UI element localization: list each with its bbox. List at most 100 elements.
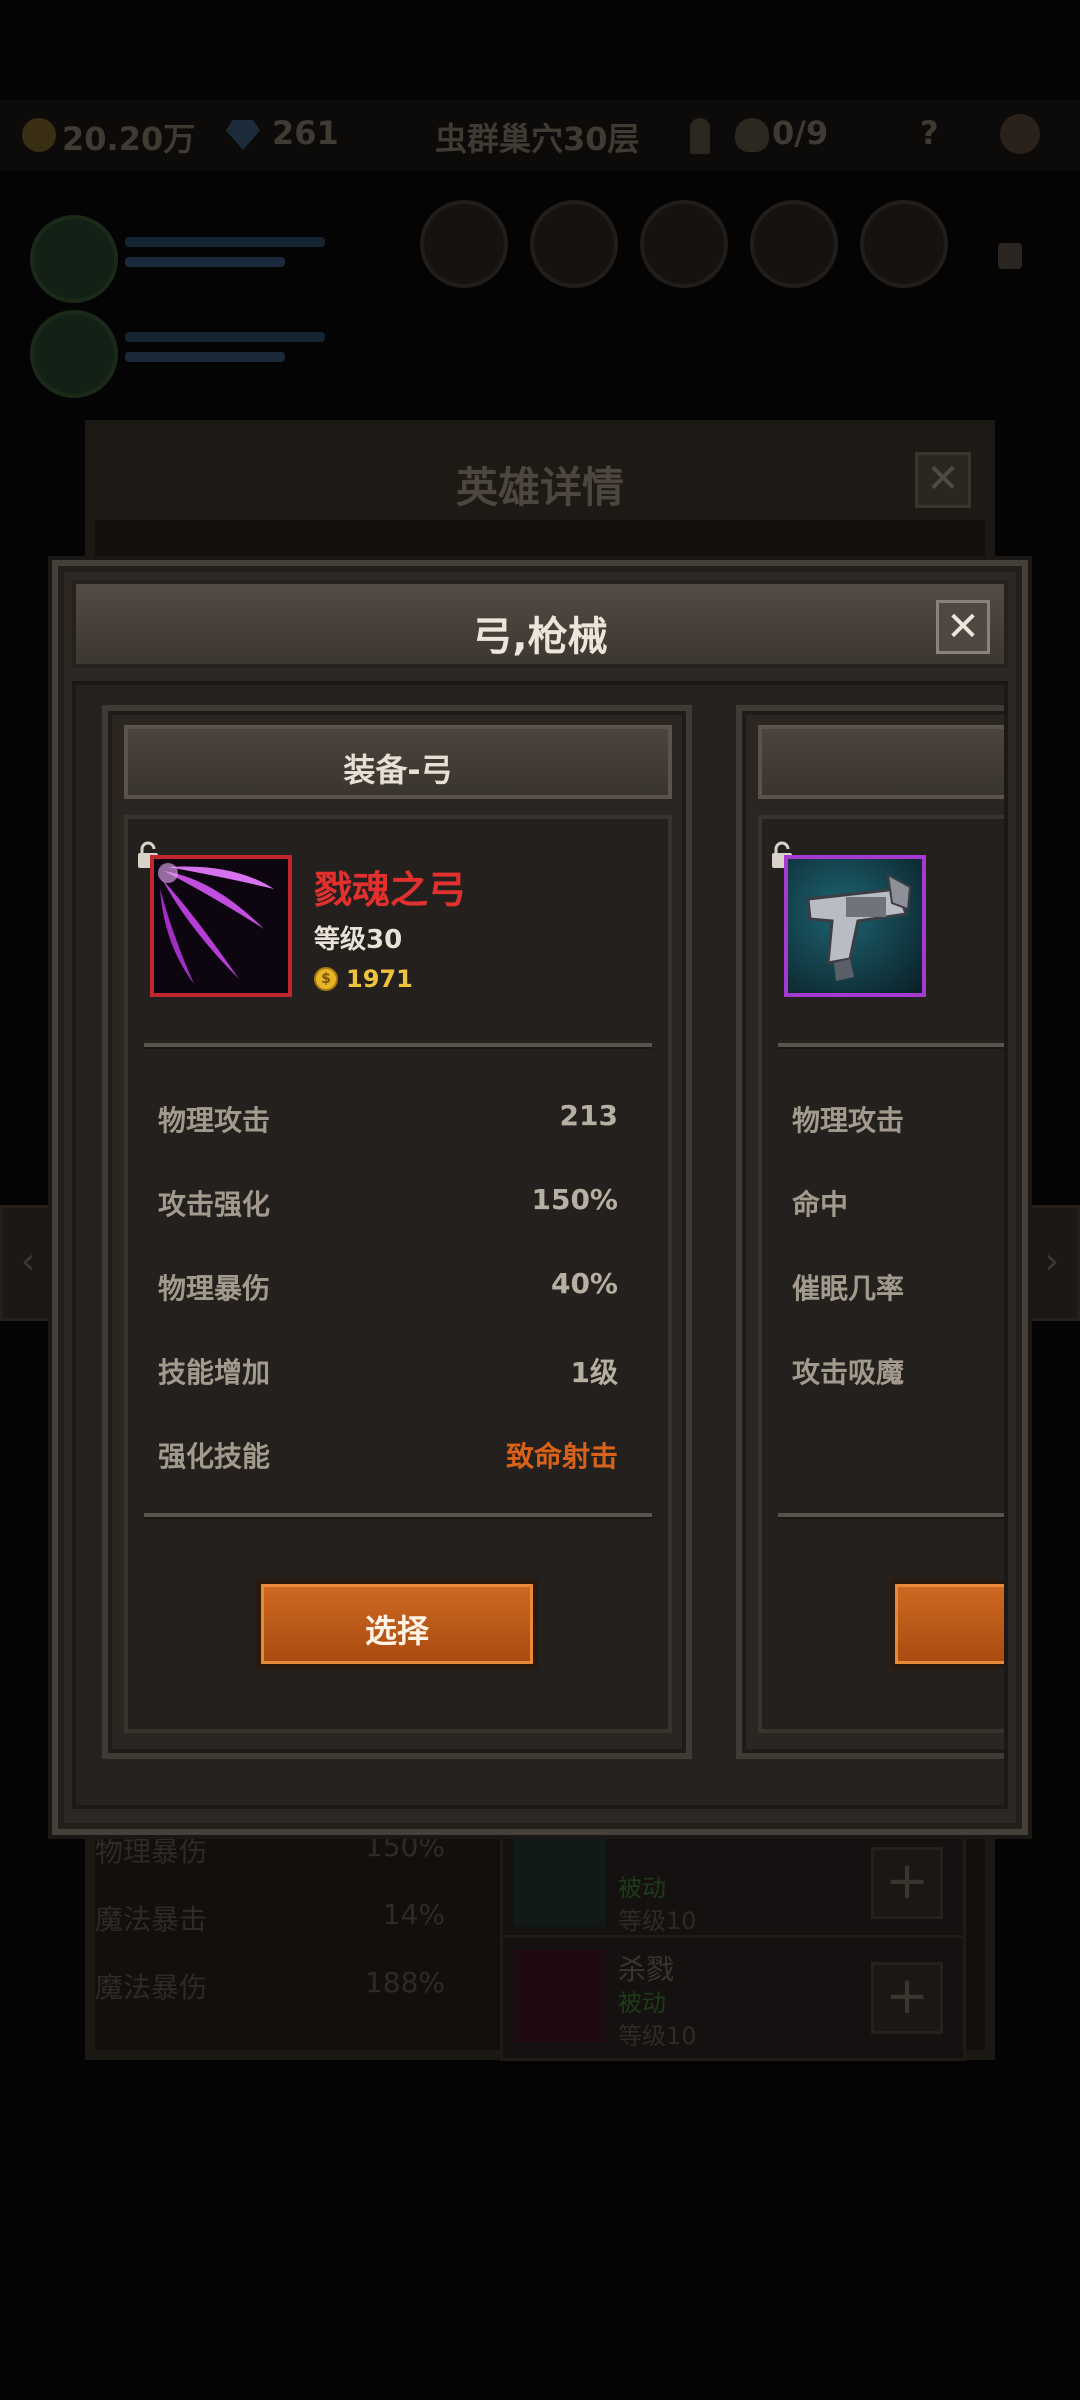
hero-mp-bar	[125, 257, 285, 267]
equipment-slot[interactable]	[420, 200, 508, 288]
dialog-header: 弓,枪械 ✕	[72, 580, 1008, 668]
stat-label: 攻击吸魔	[792, 1356, 905, 1389]
stat-value: 40%	[550, 1267, 618, 1300]
stat-label: 强化技能	[158, 1440, 271, 1473]
equipment-slot[interactable]	[860, 200, 948, 288]
stat-row: 技能增加 1级	[158, 1351, 618, 1391]
skill-upgrade-button[interactable]: +	[871, 1962, 943, 2034]
stat-label: 物理暴伤	[158, 1272, 271, 1305]
divider	[144, 1043, 652, 1049]
next-hero-arrow[interactable]: ›	[1024, 1205, 1080, 1321]
stat-label: 物理暴伤	[95, 1835, 208, 1868]
gold-coin-icon: $	[314, 967, 338, 991]
stat-row: 物理暴伤 40%	[158, 1267, 618, 1307]
stat-row: 魔法暴伤 188%	[95, 1966, 445, 2034]
equipment-card-scroller[interactable]: 装备-弓 戮魂之弓 等级30 $ 1971 物理攻击 213 攻击强化 150%…	[72, 681, 1008, 1809]
hero-avatar[interactable]	[30, 215, 118, 303]
hero-mp-bar	[125, 352, 285, 362]
stat-row: 物理攻击 213	[158, 1099, 618, 1139]
select-button[interactable]	[890, 1579, 1004, 1669]
gun-item-icon	[806, 873, 912, 981]
equipment-slot[interactable]	[640, 200, 728, 288]
gold-coin-icon	[22, 118, 56, 152]
stat-label: 催眠几率	[792, 1272, 905, 1305]
equipment-category-tab	[758, 725, 1004, 799]
equipment-slot[interactable]	[530, 200, 618, 288]
item-level: 等级30	[314, 925, 403, 955]
stat-value: 14%	[382, 1898, 445, 1931]
skill-level: 等级10	[618, 2022, 697, 2050]
top-resource-bar: 20.20万 261 虫群巢穴30层 0/9 ?	[0, 100, 1080, 170]
stat-label: 物理攻击	[158, 1104, 271, 1137]
stat-label: 命中	[792, 1188, 849, 1221]
stat-row: 攻击吸魔	[792, 1351, 1004, 1391]
hero-stats-list: 物理暴伤 150% 魔法暴击 14% 魔法暴伤 188%	[95, 1830, 445, 2034]
stat-row: 物理暴伤 150%	[95, 1830, 445, 1898]
stat-row: 命中	[792, 1183, 1004, 1223]
stat-row: 攻击强化 150%	[158, 1183, 618, 1223]
help-button[interactable]: ?	[920, 114, 939, 152]
gem-amount: 261	[272, 114, 339, 152]
skill-name: 杀戮	[618, 1953, 675, 1986]
bow-item-icon	[154, 859, 288, 993]
stat-row: 魔法暴击 14%	[95, 1898, 445, 1966]
skull-icon	[735, 118, 769, 152]
divider	[778, 1043, 1004, 1049]
hero-avatar[interactable]	[30, 310, 118, 398]
equipment-category-tab: 装备-弓	[124, 725, 672, 799]
hero-hp-bar	[125, 332, 325, 342]
item-frame[interactable]	[150, 855, 292, 997]
previous-hero-arrow[interactable]: ‹	[0, 1205, 56, 1321]
enhanced-skill-value: 致命射击	[505, 1440, 618, 1473]
dialog-close-button[interactable]: ✕	[936, 600, 990, 654]
stat-row: 强化技能 致命射击	[158, 1435, 618, 1475]
skill-icon	[513, 1950, 605, 2042]
hero-portrait-row[interactable]	[30, 310, 330, 398]
equipment-select-dialog: 弓,枪械 ✕ 装备-弓 戮魂之弓 等级30 $ 1971 物理攻击 213 攻击…	[52, 560, 1028, 1835]
lock-icon	[998, 243, 1022, 269]
skill-level: 等级10	[618, 1907, 697, 1935]
hero-detail-header: 英雄详情 ✕	[95, 430, 985, 520]
stat-value: 150%	[531, 1183, 618, 1216]
dialog-title: 弓,枪械	[472, 614, 608, 660]
stat-value: 188%	[364, 1966, 445, 1999]
kill-counter: 0/9	[772, 114, 829, 152]
stat-row: 催眠几率	[792, 1267, 1004, 1307]
stat-label: 攻击强化	[158, 1188, 271, 1221]
location-label: 虫群巢穴30层	[435, 120, 640, 158]
select-button-label: 选择	[364, 1612, 429, 1650]
skill-entry[interactable]: 杀戮 被动 等级10 +	[500, 1935, 966, 2061]
divider	[778, 1513, 1004, 1519]
equipment-details: 物理攻击 命中 催眠几率 攻击吸魔	[758, 815, 1004, 1733]
hero-hp-bar	[125, 237, 325, 247]
hero-detail-close-button[interactable]: ✕	[915, 452, 971, 508]
stat-label: 技能增加	[158, 1356, 271, 1389]
skill-entry[interactable]: 被动 等级10 +	[500, 1820, 966, 1946]
item-name: 戮魂之弓	[314, 868, 467, 912]
gem-icon	[226, 120, 260, 150]
equipment-details: 戮魂之弓 等级30 $ 1971 物理攻击 213 攻击强化 150% 物理暴伤…	[124, 815, 672, 1733]
stat-label: 魔法暴击	[95, 1903, 208, 1936]
equipment-slot[interactable]	[750, 200, 838, 288]
key-icon	[690, 118, 710, 154]
hero-portrait-row[interactable]	[30, 215, 330, 303]
skill-upgrade-button[interactable]: +	[871, 1847, 943, 1919]
stat-value: 1级	[570, 1356, 618, 1389]
skill-icon	[513, 1835, 605, 1927]
skill-type: 被动	[618, 1874, 666, 1902]
stat-value: 213	[559, 1099, 618, 1132]
gold-amount: 20.20万	[62, 120, 196, 158]
hero-detail-title: 英雄详情	[455, 463, 624, 512]
select-button[interactable]: 选择	[256, 1579, 538, 1669]
stat-label: 魔法暴伤	[95, 1971, 208, 2004]
skill-type: 被动	[618, 1989, 666, 2017]
item-frame[interactable]	[784, 855, 926, 997]
stat-row: 物理攻击	[792, 1099, 1004, 1139]
item-price: 1971	[346, 965, 413, 993]
divider	[144, 1513, 652, 1519]
equipment-card: 物理攻击 命中 催眠几率 攻击吸魔	[736, 705, 1004, 1759]
equipment-card: 装备-弓 戮魂之弓 等级30 $ 1971 物理攻击 213 攻击强化 150%…	[102, 705, 692, 1759]
stat-label: 物理攻击	[792, 1104, 905, 1137]
equipment-category-label: 装备-弓	[343, 751, 453, 789]
settings-gear-icon[interactable]	[1000, 114, 1040, 154]
